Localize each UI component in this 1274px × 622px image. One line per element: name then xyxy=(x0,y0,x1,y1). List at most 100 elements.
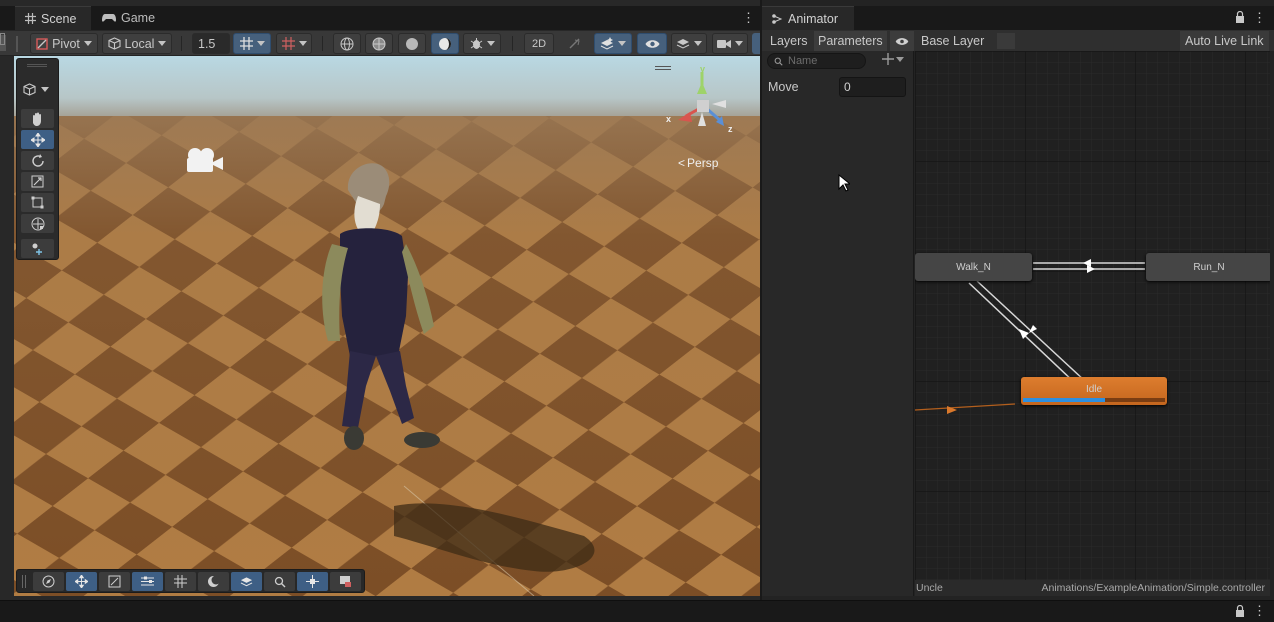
debug-draw-mode-dropdown[interactable] xyxy=(463,33,501,54)
animator-graph-icon xyxy=(772,13,783,24)
audio-toggle[interactable] xyxy=(560,33,588,54)
tab-parameters[interactable]: Parameters xyxy=(814,31,887,51)
parameter-search-field[interactable]: Name xyxy=(767,53,866,69)
bottom-panel-tabbar: ⋮ xyxy=(0,600,1274,622)
pivot-dropdown[interactable]: Pivot xyxy=(30,33,98,54)
layers-sparkle-icon xyxy=(600,37,614,50)
toolbar-overflow-button[interactable] xyxy=(752,33,760,54)
chevron-left-icon: < xyxy=(678,156,686,170)
parameter-row[interactable]: Move 0 xyxy=(762,75,914,99)
overlay-drag-handle[interactable] xyxy=(27,64,47,67)
gizmo-drag-handle[interactable] xyxy=(655,66,671,70)
tab-layers[interactable]: Layers xyxy=(766,31,812,51)
overlay-drag-handle[interactable] xyxy=(22,575,26,588)
shading-unlit-button[interactable] xyxy=(398,33,426,54)
tab-game[interactable]: Game xyxy=(92,6,162,30)
custom-tool-button[interactable] xyxy=(21,239,54,258)
tab-scene-label: Scene xyxy=(41,11,77,26)
parameters-panel: Name Move 0 xyxy=(762,51,914,596)
scene-toolbar: Pivot Local 1.5 2D xyxy=(0,31,760,56)
mouse-cursor-icon xyxy=(838,174,850,192)
bug-icon xyxy=(470,37,483,50)
status-object-name: Uncle xyxy=(916,582,943,594)
eye-icon xyxy=(645,39,660,49)
scene-window: Scene Game ⋮ Pivot Local 1.5 2D y z x < … xyxy=(0,0,760,600)
chevron-down-icon xyxy=(298,41,307,46)
chevron-down-icon xyxy=(256,41,265,46)
search-button[interactable] xyxy=(264,572,295,591)
camera-overlay-button[interactable] xyxy=(330,572,361,591)
scale-icon xyxy=(31,175,44,188)
state-run-n[interactable]: Run_N xyxy=(1146,253,1270,281)
add-parameter-button[interactable] xyxy=(882,53,904,65)
state-walk-n[interactable]: Walk_N xyxy=(915,253,1032,281)
camera-dropdown[interactable] xyxy=(712,33,748,54)
auto-live-link-toggle[interactable]: Auto Live Link xyxy=(1180,31,1269,51)
character-model[interactable] xyxy=(310,156,460,456)
vector-tool-icon xyxy=(108,575,121,588)
chevron-down-icon xyxy=(618,41,626,46)
shading-wireframe-button[interactable] xyxy=(333,33,361,54)
tab-animator-label: Animator xyxy=(788,11,839,26)
projection-toggle[interactable]: < Persp xyxy=(678,156,718,170)
lock-icon[interactable] xyxy=(1235,605,1245,617)
visibility-toggle[interactable] xyxy=(890,31,914,51)
animator-graph[interactable]: Walk_N Run_N Idle xyxy=(915,51,1270,580)
camera-preview-icon xyxy=(339,575,352,588)
orientation-button[interactable] xyxy=(33,572,64,591)
grid-settings-button[interactable] xyxy=(132,572,163,591)
lighting-button[interactable] xyxy=(198,572,229,591)
layers-icon xyxy=(240,576,253,588)
lock-icon[interactable] xyxy=(1235,11,1245,23)
shading-shaded-wireframe-button[interactable] xyxy=(365,33,393,54)
toggle-2d-button[interactable]: 2D xyxy=(524,33,554,54)
scene-visibility-toggle[interactable] xyxy=(637,33,667,54)
scale-tool-button[interactable] xyxy=(21,172,54,191)
rotate-tool-button[interactable] xyxy=(21,151,54,170)
grid-snap-toggle[interactable] xyxy=(233,33,271,54)
chevron-down-icon xyxy=(41,87,49,92)
grid-visibility-toggle[interactable] xyxy=(276,33,312,54)
gizmo-z-label: z xyxy=(728,124,733,134)
state-idle[interactable]: Idle xyxy=(1021,377,1167,405)
breadcrumb-base-layer[interactable]: Base Layer xyxy=(917,31,988,51)
parameter-value-field[interactable]: 0 xyxy=(839,77,906,97)
snap-increment-field[interactable]: 1.5 xyxy=(192,33,230,54)
grid-snapping-button[interactable] xyxy=(165,572,196,591)
move-tool-button[interactable] xyxy=(21,130,54,149)
search-icon xyxy=(774,57,783,66)
shading-lit-button[interactable] xyxy=(431,33,459,54)
tab-scene[interactable]: Scene xyxy=(15,6,91,30)
tab-animator[interactable]: Animator xyxy=(762,6,854,30)
grid-icon xyxy=(174,575,187,588)
effects-dropdown[interactable] xyxy=(594,33,632,54)
gamepad-icon xyxy=(102,13,116,23)
cube-icon xyxy=(107,37,121,50)
projection-label: Persp xyxy=(687,156,719,170)
scene-viewport[interactable]: y z x < Persp xyxy=(14,56,760,596)
scene-tabbar: Scene Game ⋮ xyxy=(0,6,760,30)
move-snap-button[interactable] xyxy=(66,572,97,591)
space-dropdown[interactable]: Local xyxy=(102,33,172,54)
navigation-button[interactable] xyxy=(297,572,328,591)
scene-camera-icon[interactable] xyxy=(183,146,227,174)
layers-dropdown[interactable] xyxy=(671,33,707,54)
chevron-down-icon xyxy=(735,41,743,46)
transform-icon xyxy=(31,217,45,231)
tool-settings-button[interactable] xyxy=(99,572,130,591)
view-tool-button[interactable] xyxy=(21,109,54,128)
scene-more-menu-icon[interactable]: ⋮ xyxy=(742,11,755,25)
toolbar-grip[interactable] xyxy=(16,36,18,52)
animator-more-menu-icon[interactable]: ⋮ xyxy=(1253,11,1266,25)
draw-modes-button[interactable] xyxy=(231,572,262,591)
tool-context-dropdown[interactable] xyxy=(23,83,49,96)
toolbar-separator xyxy=(181,36,182,51)
gizmo-y-label: y xyxy=(700,64,706,74)
rect-tool-button[interactable] xyxy=(21,193,54,212)
transform-tool-button[interactable] xyxy=(21,214,54,233)
breadcrumb-label: Base Layer xyxy=(921,34,985,48)
orientation-gizmo[interactable]: y z x xyxy=(664,64,744,144)
tools-overlay xyxy=(16,58,59,260)
bottom-more-menu-icon[interactable]: ⋮ xyxy=(1253,604,1266,618)
breadcrumb-spacer xyxy=(997,33,1015,49)
